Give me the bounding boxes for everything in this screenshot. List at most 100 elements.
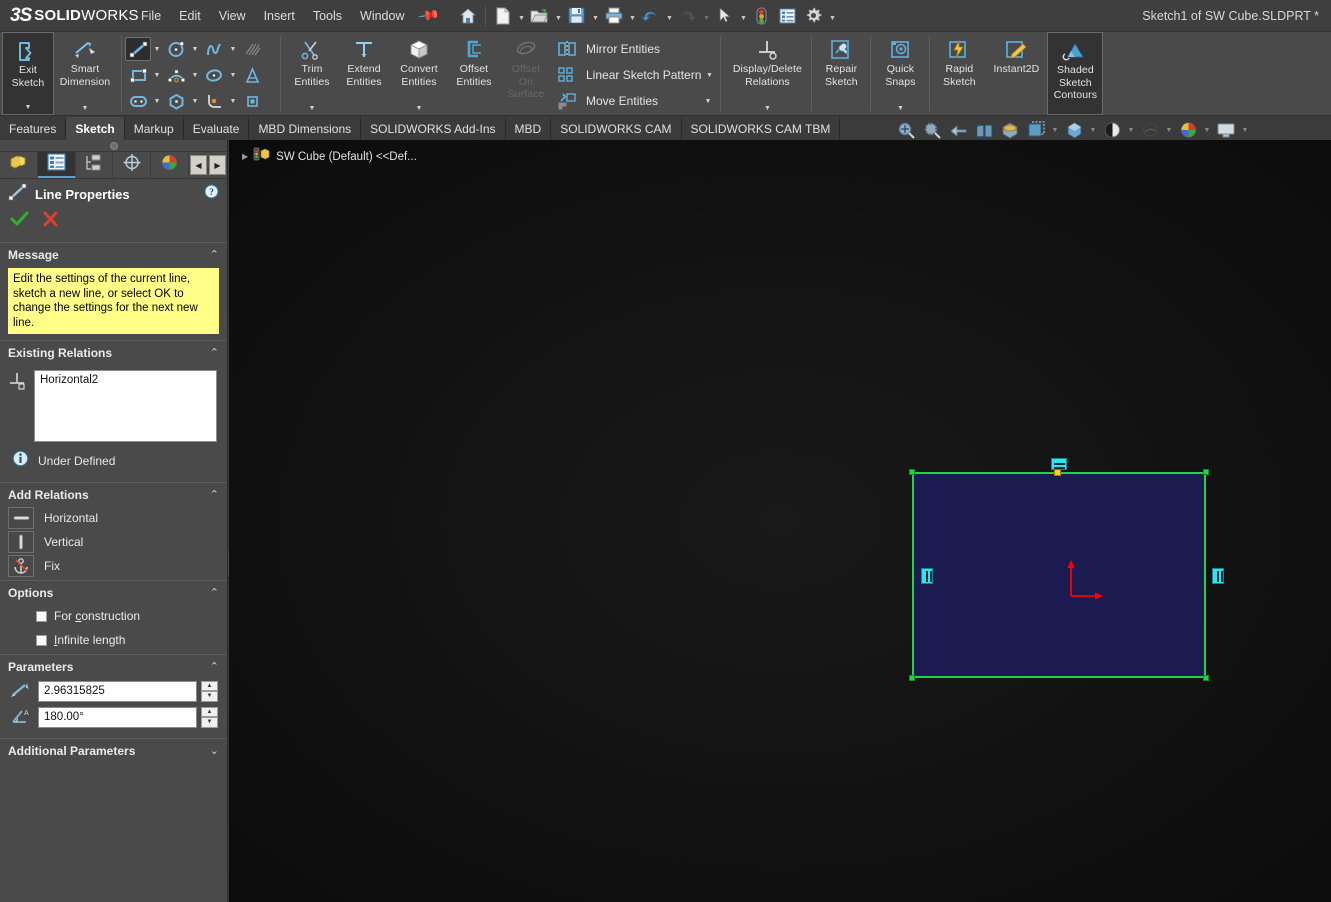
print-icon[interactable] [602,4,626,28]
apply-scene-caret-icon[interactable]: ▼ [1163,119,1175,141]
help-icon[interactable]: ? [204,184,219,204]
options-list-icon[interactable] [776,4,800,28]
open-document-caret-icon[interactable]: ▼ [553,4,564,28]
tab-mbd-dimensions[interactable]: MBD Dimensions [249,117,361,140]
save-caret-icon[interactable]: ▼ [590,4,601,28]
open-document-icon[interactable] [528,4,552,28]
settings-caret-icon[interactable]: ▼ [827,4,838,28]
hatch-tool-icon[interactable] [239,37,265,61]
horizontal-relation-glyph-icon[interactable] [1051,458,1067,470]
undo-caret-icon[interactable]: ▼ [664,4,675,28]
menu-file[interactable]: File [132,4,170,28]
view-settings-icon[interactable] [1175,119,1201,141]
zoom-to-fit-icon[interactable] [893,119,919,141]
view-settings-caret-icon[interactable]: ▼ [1201,119,1213,141]
display-style-icon[interactable] [1023,119,1049,141]
display-delete-relations-button[interactable]: Display/Delete Relations ▼ [726,32,808,115]
offset-on-surface-button[interactable]: Offset On Surface [500,32,552,115]
panel-grip-handle[interactable] [0,140,227,152]
spline-tool-caret-icon[interactable]: ▼ [227,37,239,61]
new-document-caret-icon[interactable]: ▼ [516,4,527,28]
sketch-origin-icon[interactable] [1067,558,1107,605]
angle-value-field[interactable]: 180.00° [38,707,197,728]
graphics-viewport[interactable]: ▶ SW Cube (Default) <<Def... [229,140,1331,902]
option-infinite-length-row[interactable]: Infinite length [0,628,227,652]
collapse-chevron-icon[interactable]: ⌃ [210,586,219,599]
quick-snaps-caret-icon[interactable]: ▼ [897,105,904,115]
rectangle-tool-icon[interactable] [125,63,151,87]
ellipse-tool-icon[interactable] [201,63,227,87]
slot-tool-caret-icon[interactable]: ▼ [151,89,163,113]
convert-entities-button[interactable]: Convert Entities ▼ [390,32,448,115]
instant2d-button[interactable]: Instant2D [985,32,1047,115]
redo-caret-icon[interactable]: ▼ [701,4,712,28]
extend-entities-button[interactable]: Extend Entities [338,32,390,115]
tab-solidworks-cam-tbm[interactable]: SOLIDWORKS CAM TBM [682,117,841,140]
add-relation-vertical-button[interactable]: Vertical [0,530,227,554]
linear-sketch-pattern-caret-icon[interactable]: ▼ [701,72,717,79]
mirror-entities-button[interactable]: Mirror Entities [554,36,717,62]
standard-toolbar[interactable]: ▼ ▼ ▼ ▼ ▼ ▼ ▼ [455,0,838,32]
existing-relations-list[interactable]: Horizontal2 [34,370,217,442]
circle-tool-icon[interactable] [163,37,189,61]
undo-icon[interactable] [639,4,663,28]
repair-sketch-button[interactable]: Repair Sketch [815,32,867,115]
print-caret-icon[interactable]: ▼ [627,4,638,28]
panel-tab-next-button[interactable]: ▶ [209,155,226,175]
menu-insert[interactable]: Insert [255,4,304,28]
vertical-relation-glyph-right-icon[interactable] [1212,568,1224,584]
length-value-field[interactable]: 2.96315825 [38,681,197,702]
arc-tool-icon[interactable] [163,63,189,87]
section-view-icon[interactable] [971,119,997,141]
vertical-relation-glyph-left-icon[interactable] [921,568,933,584]
angle-stepper-down[interactable]: ▼ [201,717,218,728]
add-relation-horizontal-button[interactable]: Horizontal [0,506,227,530]
sketch-vertex-bottom-left[interactable] [909,675,915,681]
viewport-layout-caret-icon[interactable]: ▼ [1239,119,1251,141]
section-header-add-relations[interactable]: Add Relations ⌃ [0,482,227,506]
list-item[interactable]: Horizontal2 [40,374,211,386]
move-entities-button[interactable]: Move Entities ▼ [554,88,717,114]
hide-show-items-icon[interactable] [1061,119,1087,141]
sketch-vertex-bottom-right[interactable] [1203,675,1209,681]
length-stepper[interactable]: ▲ ▼ [201,681,218,702]
rectangle-tool-caret-icon[interactable]: ▼ [151,63,163,87]
tab-solidworks-add-ins[interactable]: SOLIDWORKS Add-Ins [361,117,505,140]
angle-stepper[interactable]: ▲ ▼ [201,707,218,728]
length-stepper-up[interactable]: ▲ [201,681,218,692]
menu-bar[interactable]: File Edit View Insert Tools Window 📌 [132,0,437,32]
option-for-construction-row[interactable]: For construction [0,604,227,628]
panel-tab-prev-button[interactable]: ◀ [190,155,207,175]
polygon-tool-caret-icon[interactable]: ▼ [189,89,201,113]
sketch-fillet-caret-icon[interactable]: ▼ [227,89,239,113]
point-tool-icon[interactable] [239,89,265,113]
add-relation-fix-button[interactable]: Fix [0,554,227,578]
angle-stepper-up[interactable]: ▲ [201,707,218,718]
line-tool-caret-icon[interactable]: ▼ [151,37,163,61]
arc-tool-caret-icon[interactable]: ▼ [189,63,201,87]
hide-show-items-caret-icon[interactable]: ▼ [1087,119,1099,141]
display-delete-relations-caret-icon[interactable]: ▼ [764,105,771,115]
tab-solidworks-cam[interactable]: SOLIDWORKS CAM [551,117,681,140]
expand-tree-arrow-icon[interactable]: ▶ [242,152,248,161]
slot-tool-icon[interactable] [125,89,151,113]
cancel-x-icon[interactable] [42,211,59,232]
redo-icon[interactable] [676,4,700,28]
section-header-message[interactable]: Message ⌃ [0,242,227,266]
tab-features[interactable]: Features [0,117,66,140]
zoom-to-area-icon[interactable] [919,119,945,141]
quick-snaps-button[interactable]: Quick Snaps ▼ [874,32,926,115]
section-header-options[interactable]: Options ⌃ [0,580,227,604]
expand-chevron-icon[interactable]: ⌄ [210,744,219,757]
flyout-feature-tree[interactable]: ▶ SW Cube (Default) <<Def... [242,146,417,167]
circle-tool-caret-icon[interactable]: ▼ [189,37,201,61]
sidebar-item-display-manager[interactable] [151,152,189,178]
sketch-vertex-top-right[interactable] [1203,469,1209,475]
select-arrow-icon[interactable] [713,4,737,28]
convert-entities-caret-icon[interactable]: ▼ [416,105,423,115]
section-header-additional-parameters[interactable]: Additional Parameters ⌄ [0,738,227,762]
sidebar-item-feature-manager[interactable] [0,152,38,178]
menu-edit[interactable]: Edit [170,4,210,28]
offset-entities-button[interactable]: Offset Entities [448,32,500,115]
collapse-chevron-icon[interactable]: ⌃ [210,248,219,261]
